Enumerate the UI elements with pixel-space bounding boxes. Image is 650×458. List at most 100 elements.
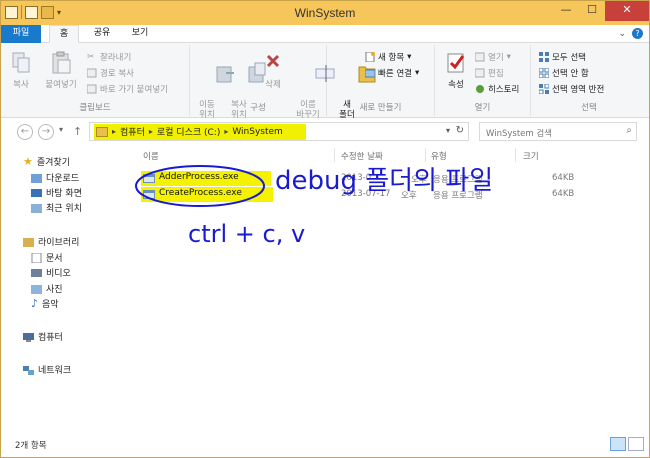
nav-music[interactable]: ♪ 음악 bbox=[31, 297, 59, 310]
videos-icon bbox=[31, 268, 42, 277]
desktop-icon bbox=[31, 188, 42, 197]
select-all-icon bbox=[539, 52, 549, 62]
nav-favorites[interactable]: ★ 즐겨찾기 bbox=[23, 155, 70, 169]
group-label-clipboard: 클립보드 bbox=[79, 103, 111, 113]
file-name[interactable]: CreateProcess.exe bbox=[159, 188, 242, 198]
scissors-icon: ✂ bbox=[87, 52, 95, 62]
history-button[interactable]: 히스토리 bbox=[475, 83, 519, 95]
copy-path-button[interactable]: 경로 복사 bbox=[87, 67, 134, 79]
paste-shortcut-button[interactable]: 바로 가기 붙여넣기 bbox=[87, 83, 168, 95]
column-type[interactable]: 유형 bbox=[431, 150, 447, 162]
pictures-icon bbox=[31, 284, 42, 294]
invert-selection-button[interactable]: 선택 영역 반전 bbox=[539, 83, 604, 95]
maximize-button[interactable]: ☐ bbox=[579, 1, 605, 21]
nav-network[interactable]: 네트워크 bbox=[23, 363, 71, 376]
documents-icon bbox=[31, 252, 42, 263]
back-button[interactable]: ← bbox=[17, 124, 33, 140]
details-view-button[interactable] bbox=[610, 437, 626, 451]
easy-access-button[interactable]: 빠른 연결 ▾ bbox=[365, 67, 419, 79]
up-button[interactable]: ↑ bbox=[73, 125, 82, 138]
paste-button[interactable]: 붙여넣기 bbox=[41, 51, 81, 90]
file-name[interactable]: AdderProcess.exe bbox=[159, 172, 239, 182]
copy-button[interactable]: 복사 bbox=[7, 51, 35, 90]
group-label-organize: 구성 bbox=[250, 103, 266, 113]
edit-button[interactable]: 편집 bbox=[475, 67, 504, 79]
breadcrumb-chevron-icon[interactable]: ▸ bbox=[112, 127, 116, 136]
tab-home[interactable]: 홈 bbox=[49, 25, 79, 44]
file-size: 64KB bbox=[552, 173, 575, 183]
refresh-icon[interactable]: ↻ bbox=[456, 125, 464, 136]
nav-recent[interactable]: 최근 위치 bbox=[31, 201, 82, 214]
group-select: 모두 선택 선택 안 함 선택 영역 반전 선택 bbox=[531, 45, 647, 116]
column-modified[interactable]: 수정한 날짜 bbox=[341, 150, 383, 162]
recent-locations-dropdown[interactable]: ▾ bbox=[59, 125, 63, 134]
file-row[interactable]: CreateProcess.exe 2013-07-17 오후 응용 프로그램 … bbox=[139, 187, 579, 202]
ribbon-collapse-icon[interactable]: ⌄ bbox=[618, 29, 626, 39]
breadcrumb-chevron-icon[interactable]: ▸ bbox=[224, 127, 228, 136]
nav-documents[interactable]: 문서 bbox=[31, 251, 63, 264]
close-button[interactable]: ✕ bbox=[605, 1, 649, 21]
recent-places-icon bbox=[31, 203, 42, 213]
ribbon: 복사 붙여넣기 ✂ 잘라내기 경로 복사 바로 가기 붙여넣기 클립보드 이동 위… bbox=[1, 43, 649, 120]
column-size[interactable]: 크기 bbox=[523, 150, 539, 162]
delete-x-icon bbox=[266, 54, 280, 68]
open-button[interactable]: 열기 ▾ bbox=[475, 51, 511, 63]
group-organize: 이동 위치 복사 위치 삭제 이름 바꾸기 구성 bbox=[190, 45, 335, 120]
music-icon: ♪ bbox=[31, 297, 39, 310]
file-list: 이름 수정한 날짜 유형 크기 AdderProcess.exe 2013-0 … bbox=[131, 146, 649, 431]
history-icon bbox=[476, 85, 484, 93]
select-all-button[interactable]: 모두 선택 bbox=[539, 51, 586, 63]
file-modified: 2013-0 bbox=[341, 173, 372, 183]
search-icon: ⌕ bbox=[626, 125, 632, 136]
breadcrumb-local-disk[interactable]: 로컬 디스크 (C:) bbox=[157, 125, 220, 138]
tab-file[interactable]: 파일 bbox=[1, 25, 41, 43]
tab-share[interactable]: 공유 bbox=[87, 25, 117, 43]
properties-button[interactable]: 속성 bbox=[441, 51, 471, 90]
tab-view[interactable]: 보기 bbox=[125, 25, 155, 43]
group-new: 새 폴더 새 항목 ▾ 빠른 연결 ▾ 새로 만들기 bbox=[327, 45, 435, 120]
libraries-icon bbox=[23, 237, 34, 247]
file-type: 응용 프로그램 bbox=[433, 191, 483, 201]
properties-check-icon bbox=[447, 53, 465, 73]
help-icon[interactable]: ? bbox=[632, 28, 643, 39]
group-label-select: 선택 bbox=[581, 103, 597, 113]
file-row[interactable]: AdderProcess.exe 2013-0 오후 응용 프로그램 64KB bbox=[139, 171, 579, 186]
file-modified-time: 오후 bbox=[401, 191, 417, 201]
nav-pictures[interactable]: 사진 bbox=[31, 282, 63, 295]
ribbon-tabs: 파일 홈 공유 보기 ⌄? bbox=[1, 25, 649, 44]
copy-icon bbox=[12, 52, 30, 73]
breadcrumb-chevron-icon[interactable]: ▸ bbox=[149, 127, 153, 136]
address-bar[interactable]: ▸ 컴퓨터 ▸ 로컬 디스크 (C:) ▸ WinSystem ▾ ↻ bbox=[89, 122, 469, 141]
nav-desktop[interactable]: 바탕 화면 bbox=[31, 186, 82, 199]
computer-icon bbox=[23, 332, 34, 342]
explorer-window: ▾ WinSystem — ☐ ✕ 파일 홈 공유 보기 ⌄? 복사 붙여넣기 … bbox=[0, 0, 650, 458]
breadcrumb-winsystem[interactable]: WinSystem bbox=[232, 127, 282, 137]
cut-button[interactable]: ✂ 잘라내기 bbox=[87, 51, 131, 63]
group-label-open: 열기 bbox=[474, 103, 491, 113]
forward-button[interactable]: → bbox=[38, 124, 54, 140]
shortcut-icon bbox=[87, 84, 97, 94]
nav-libraries[interactable]: 라이브러리 bbox=[23, 235, 79, 248]
nav-computer[interactable]: 컴퓨터 bbox=[23, 330, 63, 343]
select-none-button[interactable]: 선택 안 함 bbox=[539, 67, 589, 79]
search-input[interactable]: WinSystem 검색 bbox=[486, 127, 552, 139]
address-folder-icon bbox=[96, 126, 108, 137]
nav-videos[interactable]: 비디오 bbox=[31, 266, 71, 279]
item-count: 2개 항목 bbox=[15, 441, 47, 451]
navigation-pane: ★ 즐겨찾기 다운로드 바탕 화면 최근 위치 라이브러리 문서 비디오 사진 ♪… bbox=[1, 146, 129, 431]
paste-icon bbox=[52, 51, 71, 74]
address-dropdown-icon[interactable]: ▾ bbox=[446, 126, 450, 135]
minimize-button[interactable]: — bbox=[553, 1, 579, 21]
search-box[interactable]: WinSystem 검색 ⌕ bbox=[479, 122, 637, 141]
column-name[interactable]: 이름 bbox=[143, 150, 159, 162]
nav-downloads[interactable]: 다운로드 bbox=[31, 171, 79, 184]
new-item-icon bbox=[365, 52, 375, 62]
exe-file-icon bbox=[143, 174, 155, 183]
delete-button[interactable]: 삭제 bbox=[260, 51, 286, 90]
breadcrumb-computer[interactable]: 컴퓨터 bbox=[120, 125, 145, 138]
open-icon bbox=[475, 52, 485, 62]
edit-icon bbox=[475, 68, 485, 78]
path-icon bbox=[87, 68, 97, 78]
new-item-button[interactable]: 새 항목 ▾ bbox=[365, 51, 411, 63]
large-icons-view-button[interactable] bbox=[628, 437, 644, 451]
